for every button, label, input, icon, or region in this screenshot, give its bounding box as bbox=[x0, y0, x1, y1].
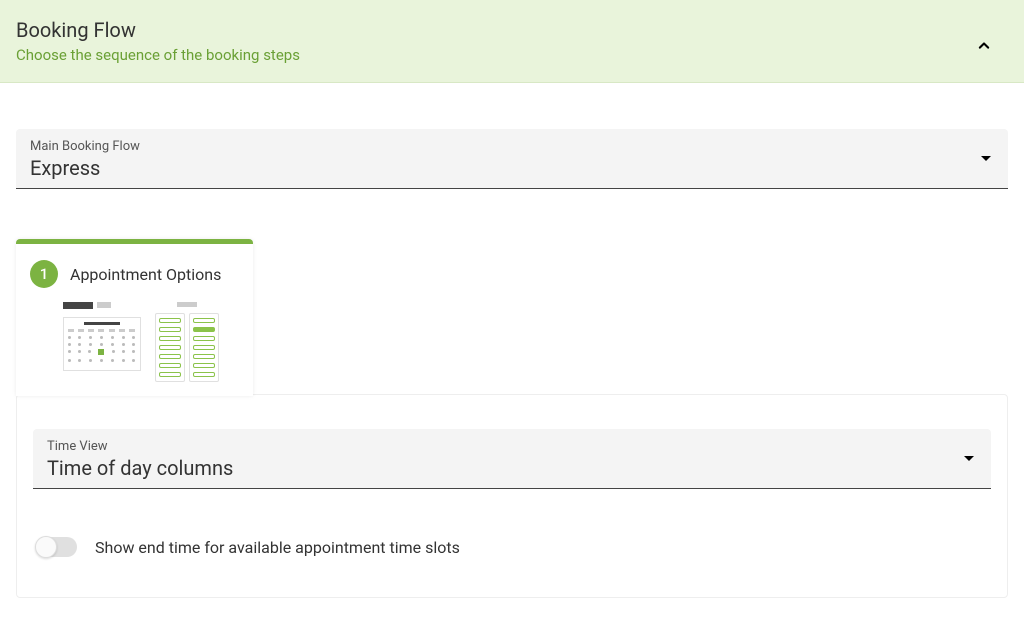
select-value: Express bbox=[30, 156, 994, 180]
step-preview-image bbox=[30, 302, 239, 382]
select-label: Main Booking Flow bbox=[30, 139, 994, 154]
toggle-knob bbox=[35, 536, 57, 558]
section-subtitle: Choose the sequence of the booking steps bbox=[16, 46, 1008, 64]
step-title: Appointment Options bbox=[70, 265, 221, 284]
collapse-icon[interactable] bbox=[974, 36, 994, 56]
time-view-select[interactable]: Time View Time of day columns bbox=[33, 429, 991, 489]
select-value: Time of day columns bbox=[47, 456, 977, 480]
step-header: 1 Appointment Options bbox=[30, 260, 239, 288]
dropdown-arrow-icon bbox=[980, 155, 992, 163]
dropdown-arrow-icon bbox=[963, 455, 975, 463]
step-settings-panel: Time View Time of day columns Show end t… bbox=[16, 394, 1008, 598]
select-label: Time View bbox=[47, 439, 977, 454]
calendar-preview-icon bbox=[63, 302, 141, 371]
toggle-label: Show end time for available appointment … bbox=[95, 538, 460, 557]
show-end-time-toggle-row: Show end time for available appointment … bbox=[33, 537, 991, 557]
step-number-badge: 1 bbox=[30, 260, 58, 288]
section-title: Booking Flow bbox=[16, 18, 1008, 42]
content-area: Main Booking Flow Express 1 Appointment … bbox=[0, 129, 1024, 598]
section-header: Booking Flow Choose the sequence of the … bbox=[0, 0, 1024, 83]
main-booking-flow-select[interactable]: Main Booking Flow Express bbox=[16, 129, 1008, 189]
step-tab-appointment-options[interactable]: 1 Appointment Options bbox=[16, 239, 253, 396]
show-end-time-toggle[interactable] bbox=[37, 537, 77, 557]
time-columns-preview-icon bbox=[155, 302, 219, 382]
